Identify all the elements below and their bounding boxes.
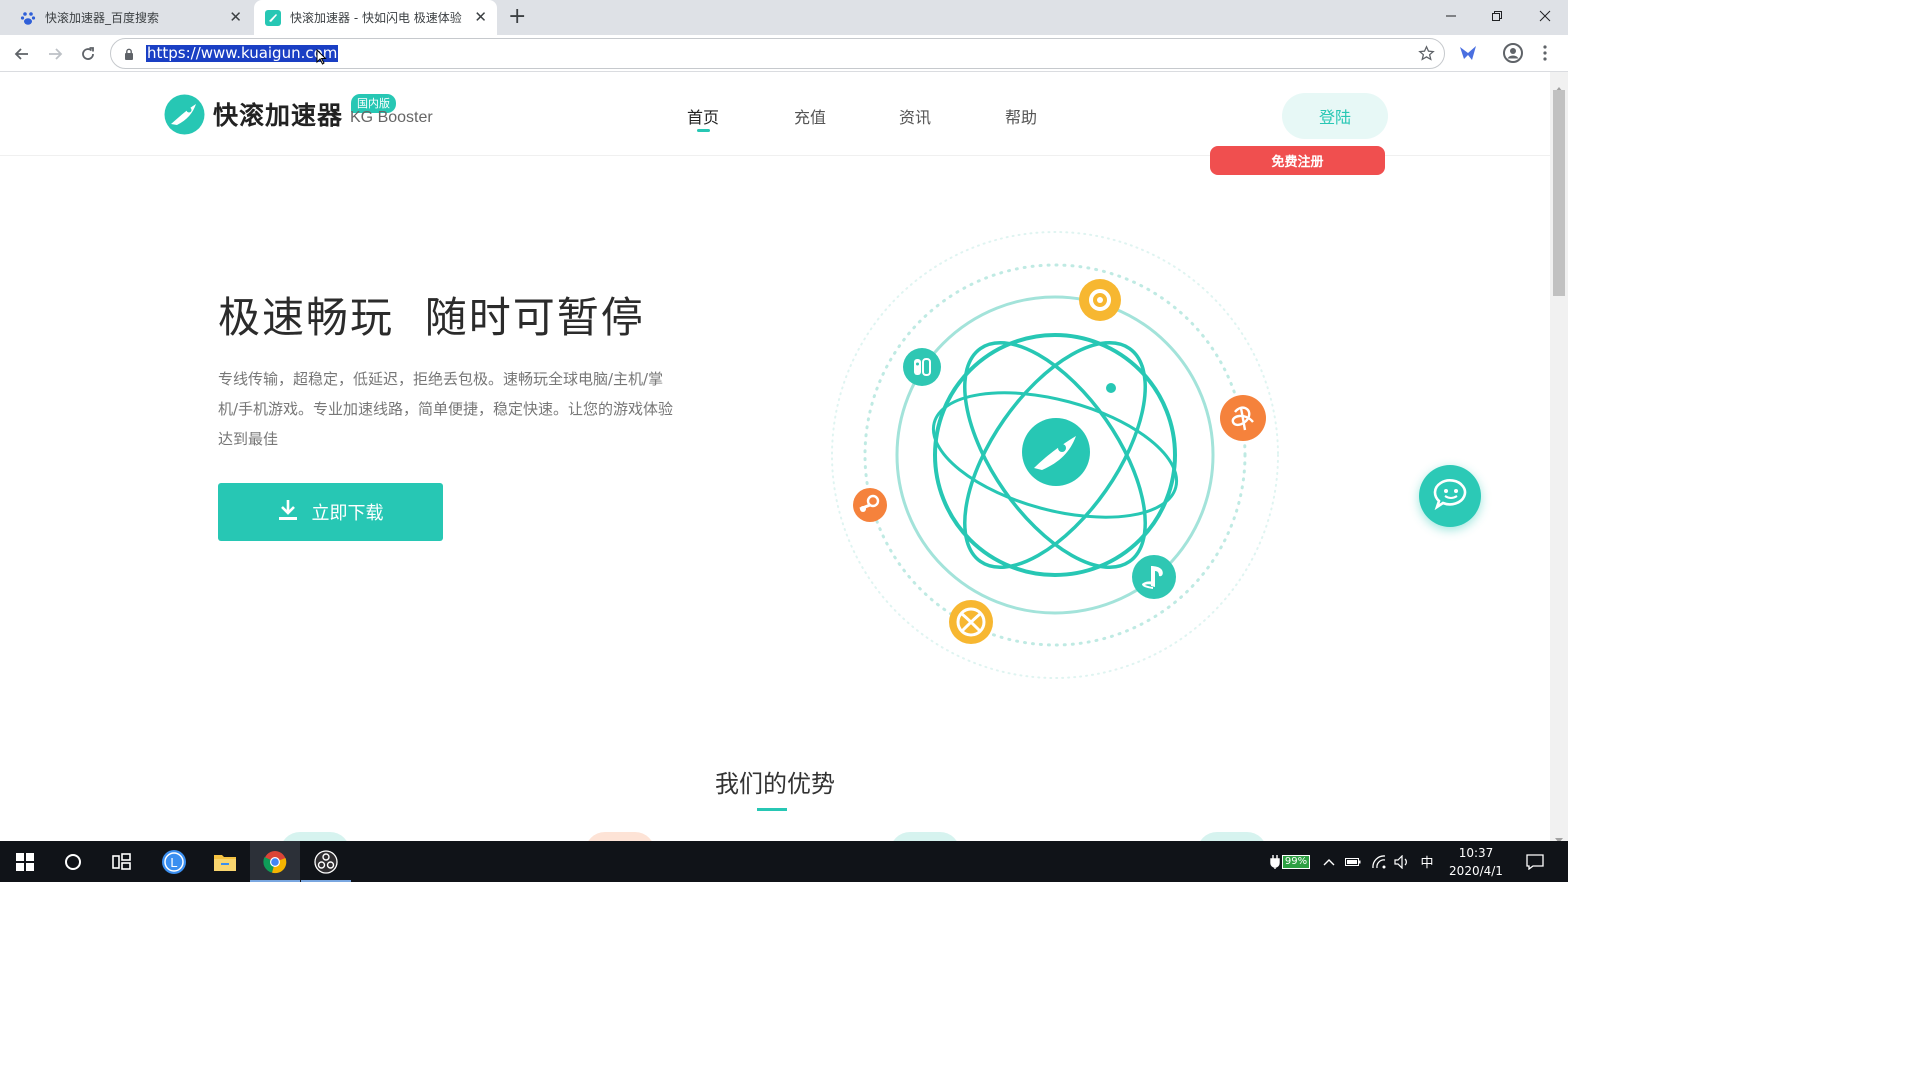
reload-button[interactable] <box>75 41 101 67</box>
profile-icon[interactable] <box>1503 43 1523 67</box>
download-label: 立即下载 <box>311 503 384 524</box>
steam-icon <box>852 487 888 527</box>
nav-recharge[interactable]: 充值 <box>794 104 826 128</box>
clock-time: 10:37 <box>1458 846 1494 860</box>
switch-icon <box>902 347 942 391</box>
hero-description: 专线传输，超稳定，低延迟，拒绝丢包极。速畅玩全球电脑/主机/掌机/手机游戏。专业… <box>218 370 674 448</box>
battery-indicator[interactable]: 99% <box>1264 841 1316 882</box>
site-header: 快滚加速器 国内版 KG Booster 首页 充值 资讯 帮助 登陆 <box>0 72 1550 156</box>
active-app-indicator <box>301 880 351 882</box>
register-button[interactable]: 免费注册 <box>1210 146 1385 175</box>
extension-icon[interactable] <box>1459 45 1477 65</box>
origin-icon <box>1078 278 1122 326</box>
kuaigun-logo-icon[interactable] <box>163 93 206 140</box>
chrome-taskbar-icon[interactable] <box>250 841 300 882</box>
page-scrollbar[interactable] <box>1550 72 1568 843</box>
baidu-paw-icon <box>20 10 36 26</box>
task-view-icon[interactable] <box>97 841 147 882</box>
url-text[interactable]: https://www.kuaigun.com <box>146 45 339 62</box>
windows-taskbar: L 99% 中 10:37 2020/4/1 <box>0 841 1568 882</box>
chat-bubble-icon <box>1431 478 1469 514</box>
start-button[interactable] <box>0 841 50 882</box>
close-tab-icon[interactable]: ✕ <box>229 9 242 25</box>
file-explorer-icon[interactable] <box>200 841 250 882</box>
battery-percent: 99% <box>1281 854 1311 869</box>
login-button[interactable]: 登陆 <box>1282 93 1388 139</box>
scrollbar-thumb[interactable] <box>1553 90 1565 296</box>
advantages-underline <box>757 808 787 811</box>
rocket-icon <box>1010 406 1102 502</box>
notification-icon[interactable] <box>1518 841 1552 882</box>
tab-baidu-search[interactable]: 快滚加速器_百度搜索 ✕ <box>0 0 252 35</box>
volume-icon[interactable] <box>1392 841 1412 882</box>
brand-name[interactable]: 快滚加速器 <box>213 96 343 132</box>
forward-button[interactable] <box>42 41 68 67</box>
wifi-icon[interactable] <box>1368 841 1390 882</box>
close-window-button[interactable] <box>1522 0 1568 32</box>
show-hidden-icons-chevron-icon[interactable] <box>1320 841 1338 882</box>
app-l-icon[interactable]: L <box>149 841 199 882</box>
browser-tab-strip: 快滚加速器_百度搜索 ✕ 快滚加速器 - 快如闪电 极速体验 ✕ + <box>0 0 1568 35</box>
battery-icon[interactable] <box>1343 841 1363 882</box>
close-tab-icon[interactable]: ✕ <box>474 9 487 25</box>
restore-button[interactable] <box>1474 0 1520 32</box>
nav-news[interactable]: 资讯 <box>899 104 931 128</box>
nav-home[interactable]: 首页 <box>687 104 719 128</box>
customer-service-button[interactable] <box>1419 465 1481 527</box>
bookmark-star-icon[interactable] <box>1418 45 1435 66</box>
tab-kuaigun[interactable]: 快滚加速器 - 快如闪电 极速体验 ✕ <box>254 0 497 35</box>
download-icon <box>278 499 298 526</box>
ime-indicator[interactable]: 中 <box>1416 841 1438 882</box>
back-button[interactable] <box>9 41 35 67</box>
new-tab-button[interactable]: + <box>508 5 526 29</box>
brand-english-name: KG Booster <box>350 109 433 126</box>
tab-title: 快滚加速器_百度搜索 <box>45 11 160 25</box>
advantages-title: 我们的优势 <box>715 770 835 798</box>
battlenet-icon <box>1219 394 1267 446</box>
hero-title: 极速畅玩 随时可暂停 <box>218 293 645 342</box>
clock[interactable]: 10:37 2020/4/1 <box>1447 844 1505 880</box>
lock-icon[interactable] <box>124 46 134 65</box>
browser-toolbar: https://www.kuaigun.com <box>0 35 1568 72</box>
kuaigun-logo-icon <box>265 9 281 26</box>
clock-date: 2020/4/1 <box>1449 864 1503 878</box>
menu-kebab-icon[interactable] <box>1540 44 1550 66</box>
obs-icon[interactable] <box>301 841 351 882</box>
xbox-icon <box>948 599 994 649</box>
address-bar[interactable]: https://www.kuaigun.com <box>110 38 1445 69</box>
tab-title: 快滚加速器 - 快如闪电 极速体验 <box>290 11 462 25</box>
active-app-indicator <box>250 880 300 882</box>
minimize-button[interactable] <box>1428 0 1474 32</box>
playstation-icon <box>1131 554 1177 604</box>
nav-help[interactable]: 帮助 <box>1005 104 1037 128</box>
search-circle-icon[interactable] <box>48 841 98 882</box>
nav-active-indicator <box>697 129 710 132</box>
mouse-cursor-icon <box>316 48 327 69</box>
svg-text:L: L <box>170 855 177 870</box>
download-button[interactable]: 立即下载 <box>218 483 443 541</box>
